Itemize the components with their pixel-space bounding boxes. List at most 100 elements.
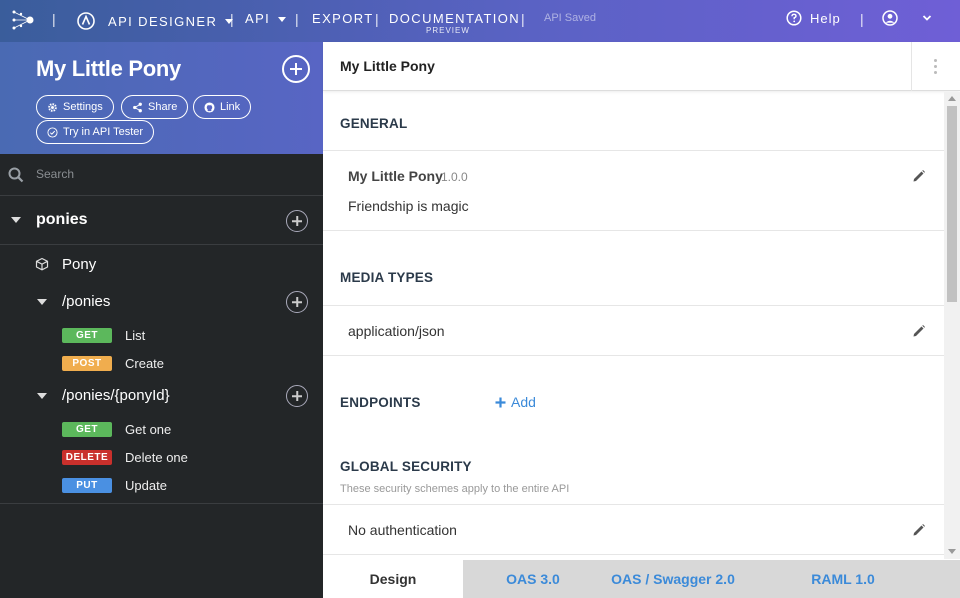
tab-oas3[interactable]: OAS 3.0 [463, 560, 603, 598]
model-pony[interactable]: Pony [0, 252, 323, 280]
preview-label: PREVIEW [426, 26, 470, 35]
page-title: My Little Pony [340, 58, 435, 74]
operation-label: Update [125, 478, 167, 493]
caret-down-icon[interactable] [11, 217, 21, 223]
post-verb-badge: POST [62, 356, 112, 371]
api-designer-icon [77, 12, 95, 30]
separator: | [860, 11, 864, 27]
save-status: API Saved [544, 12, 596, 24]
resource-pony-id[interactable]: /ponies/{ponyId} [0, 380, 323, 412]
project-title: My Little Pony [36, 56, 181, 81]
endpoints-heading: ENDPOINTS [340, 395, 421, 410]
scroll-down-icon[interactable] [948, 549, 956, 554]
api-menu[interactable]: API [245, 11, 287, 26]
main-header: My Little Pony [323, 42, 960, 91]
plus-icon [495, 397, 506, 407]
try-label: Try in API Tester [63, 126, 144, 138]
settings-button[interactable]: Settings [36, 95, 114, 119]
share-button[interactable]: Share [121, 95, 189, 119]
view-tabs: Design OAS 3.0 OAS / Swagger 2.0 RAML 1.… [323, 560, 960, 598]
divider [0, 244, 323, 245]
divider [0, 503, 323, 504]
divider [323, 355, 944, 356]
scrollbar-thumb[interactable] [947, 106, 957, 302]
stoplight-logo-icon[interactable] [10, 8, 38, 32]
share-label: Share [148, 101, 178, 113]
model-label: Pony [62, 256, 97, 273]
tab-design[interactable]: Design [323, 560, 463, 598]
search-icon [8, 167, 24, 183]
separator: | [52, 11, 56, 27]
search-input[interactable] [36, 167, 296, 181]
add-endpoint-button[interactable]: Add [495, 394, 536, 410]
edit-pencil-icon[interactable] [912, 324, 926, 338]
api-name: My Little Pony [348, 168, 443, 184]
global-security-heading: GLOBAL SECURITY [340, 459, 472, 474]
operation-row[interactable]: POST Create [0, 354, 323, 374]
github-link-button[interactable]: Link [193, 95, 252, 119]
operation-label: Get one [125, 422, 172, 437]
operation-row[interactable]: DELETE Delete one [0, 448, 323, 468]
get-verb-badge: GET [62, 422, 112, 437]
get-verb-badge: GET [62, 328, 112, 343]
operation-row[interactable]: GET Get one [0, 420, 323, 440]
tab-oas-swagger2[interactable]: OAS / Swagger 2.0 [603, 560, 743, 598]
operation-row[interactable]: GET List [0, 326, 323, 346]
documentation-button[interactable]: DOCUMENTATION [389, 11, 520, 26]
search-bar [0, 154, 323, 196]
separator: | [521, 11, 525, 27]
api-designer-menu[interactable]: API DESIGNER [76, 11, 234, 31]
divider [323, 305, 944, 306]
help-icon [786, 10, 802, 26]
project-header: My Little Pony Settings Share Link Try i… [0, 42, 323, 154]
caret-down-icon[interactable] [37, 393, 47, 399]
add-operation-button[interactable] [286, 385, 308, 407]
gear-icon [48, 102, 57, 112]
edit-pencil-icon[interactable] [912, 169, 926, 183]
group-label: ponies [36, 211, 88, 228]
more-options-button[interactable] [911, 42, 960, 91]
settings-label: Settings [63, 101, 103, 113]
group-ponies[interactable]: ponies [0, 197, 323, 245]
check-circle-icon [47, 126, 58, 138]
design-content: GENERAL My Little Pony 1.0.0 Friendship … [323, 92, 944, 559]
main-panel: My Little Pony GENERAL My Little Pony 1.… [323, 42, 960, 598]
divider [323, 150, 944, 151]
github-icon [204, 101, 215, 113]
user-avatar-icon [882, 10, 898, 26]
sidebar: My Little Pony Settings Share Link Try i… [0, 42, 323, 598]
divider [323, 504, 944, 505]
help-button[interactable]: Help [786, 10, 841, 26]
separator: | [230, 11, 234, 27]
export-button[interactable]: EXPORT [312, 11, 374, 26]
caret-down-icon[interactable] [37, 299, 47, 305]
chevron-down-icon [922, 15, 932, 21]
general-heading: GENERAL [340, 116, 408, 131]
operation-label: List [125, 328, 146, 343]
operation-row[interactable]: PUT Update [0, 476, 323, 496]
operation-label: Create [125, 356, 165, 371]
add-button[interactable] [282, 55, 310, 83]
api-label: API [245, 11, 271, 26]
scrollbar[interactable] [944, 92, 960, 559]
add-operation-button[interactable] [286, 291, 308, 313]
add-endpoint-label: Add [511, 394, 536, 410]
add-resource-button[interactable] [286, 210, 308, 232]
operation-label: Delete one [125, 450, 188, 465]
share-icon [133, 102, 142, 112]
resource-ponies[interactable]: /ponies [0, 286, 323, 318]
cube-icon [35, 257, 49, 271]
edit-pencil-icon[interactable] [912, 523, 926, 537]
divider [323, 554, 944, 555]
try-in-api-tester-button[interactable]: Try in API Tester [36, 120, 155, 144]
tab-raml1[interactable]: RAML 1.0 [773, 560, 913, 598]
separator: | [375, 11, 379, 27]
media-types-heading: MEDIA TYPES [340, 270, 434, 285]
delete-verb-badge: DELETE [62, 450, 112, 465]
scroll-up-icon[interactable] [948, 96, 956, 101]
api-designer-label: API DESIGNER [108, 13, 218, 29]
link-label: Link [220, 101, 241, 113]
user-menu[interactable] [882, 10, 932, 26]
put-verb-badge: PUT [62, 478, 112, 493]
api-version: 1.0.0 [441, 170, 468, 184]
